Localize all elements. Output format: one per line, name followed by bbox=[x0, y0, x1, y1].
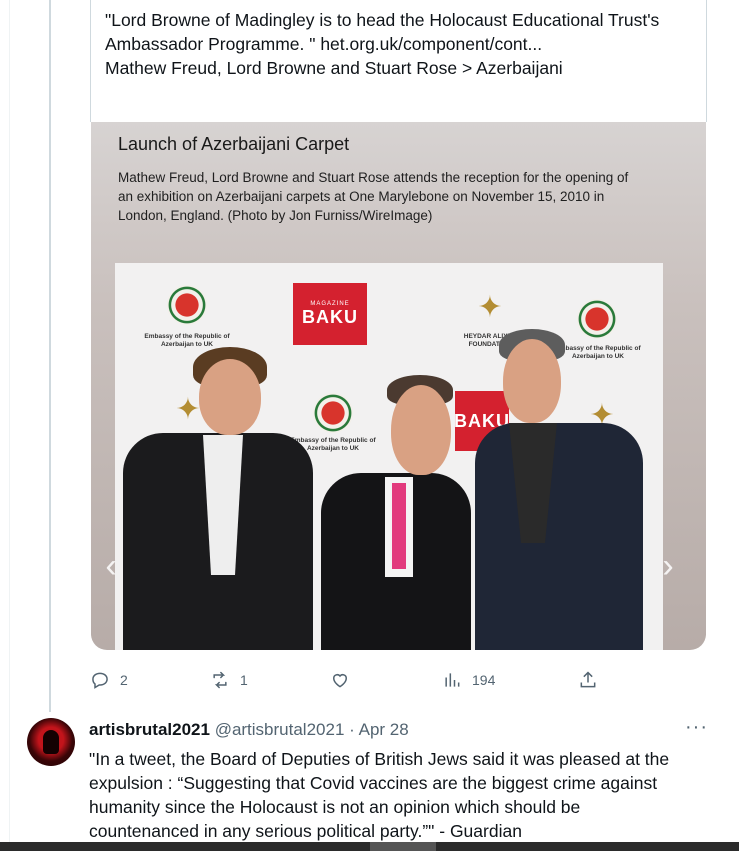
quoted-line: Mathew Freud, Lord Browne and Stuart Ros… bbox=[105, 58, 563, 78]
baku-word: BAKU bbox=[302, 306, 358, 327]
caption-line: Mathew Freud, Lord Browne and Stuart Ros… bbox=[118, 170, 629, 185]
scrollbar-thumb[interactable] bbox=[370, 842, 436, 851]
thread-line bbox=[49, 0, 51, 712]
retweet-icon bbox=[213, 671, 227, 689]
reply-line: expulsion : “Suggesting that Covid vacci… bbox=[89, 773, 658, 793]
timestamp[interactable]: Apr 28 bbox=[359, 720, 409, 739]
views-button[interactable]: 194 bbox=[442, 666, 495, 694]
display-name[interactable]: artisbrutal2021 bbox=[89, 720, 210, 739]
embassy-emblem-icon bbox=[167, 285, 207, 325]
embassy-text: Embassy of the Republic of Azerbaijan to… bbox=[555, 345, 641, 360]
views-icon bbox=[445, 673, 460, 687]
caption-line: an exhibition on Azerbaijani carpets at … bbox=[118, 189, 605, 204]
retweet-button[interactable]: 1 bbox=[210, 666, 248, 694]
reply-header: artisbrutal2021 @artisbrutal2021 · Apr 2… bbox=[89, 720, 409, 740]
retweet-count: 1 bbox=[240, 672, 248, 688]
embassy-emblem-icon bbox=[577, 299, 617, 339]
heart-icon bbox=[333, 674, 347, 688]
reply-button[interactable]: 2 bbox=[90, 666, 128, 694]
like-button[interactable] bbox=[330, 666, 360, 694]
avatar[interactable] bbox=[27, 718, 75, 766]
embassy-text: Embassy of the Republic of Azerbaijan to… bbox=[144, 333, 230, 348]
more-options-icon[interactable]: ··· bbox=[685, 716, 708, 739]
caption-line: London, England. (Photo by Jon Furniss/W… bbox=[118, 208, 433, 223]
media-image[interactable]: Launch of Azerbaijani Carpet Mathew Freu… bbox=[91, 122, 706, 650]
reply-text: "In a tweet, the Board of Deputies of Br… bbox=[89, 747, 714, 843]
reply-icon bbox=[92, 672, 108, 689]
reply-count: 2 bbox=[120, 672, 128, 688]
separator: · bbox=[349, 720, 355, 739]
reply-line: countenanced in any serious political pa… bbox=[89, 821, 522, 841]
media-prev-arrow-icon[interactable]: ‹ bbox=[99, 546, 123, 586]
quoted-line: "Lord Browne of Madingley is to head the… bbox=[105, 10, 660, 30]
quoted-tweet-text: "Lord Browne of Madingley is to head the… bbox=[105, 8, 705, 80]
share-button[interactable] bbox=[578, 666, 598, 694]
share-icon bbox=[580, 671, 596, 688]
photo-backdrop: Embassy of the Republic of Azerbaijan to… bbox=[115, 263, 663, 650]
media-caption: Mathew Freud, Lord Browne and Stuart Ros… bbox=[118, 168, 678, 225]
reply-line: humanity since the Holocaust is not an o… bbox=[89, 797, 581, 817]
baku-logo: MAGAZINE BAKU bbox=[293, 283, 367, 345]
media-next-arrow-icon[interactable]: › bbox=[656, 546, 680, 586]
reply-tweet[interactable]: artisbrutal2021 @artisbrutal2021 · Apr 2… bbox=[0, 712, 739, 851]
foundation-star-icon: ✦ bbox=[477, 291, 503, 324]
media-title: Launch of Azerbaijani Carpet bbox=[118, 134, 350, 154]
user-handle[interactable]: @artisbrutal2021 bbox=[215, 720, 345, 739]
embassy-emblem-icon bbox=[313, 393, 353, 433]
quoted-line[interactable]: Ambassador Programme. " het.org.uk/compo… bbox=[105, 32, 705, 56]
view-count: 194 bbox=[472, 672, 496, 688]
reply-line: "In a tweet, the Board of Deputies of Br… bbox=[89, 749, 670, 769]
tweet-actions: 2 1 194 bbox=[90, 666, 610, 694]
